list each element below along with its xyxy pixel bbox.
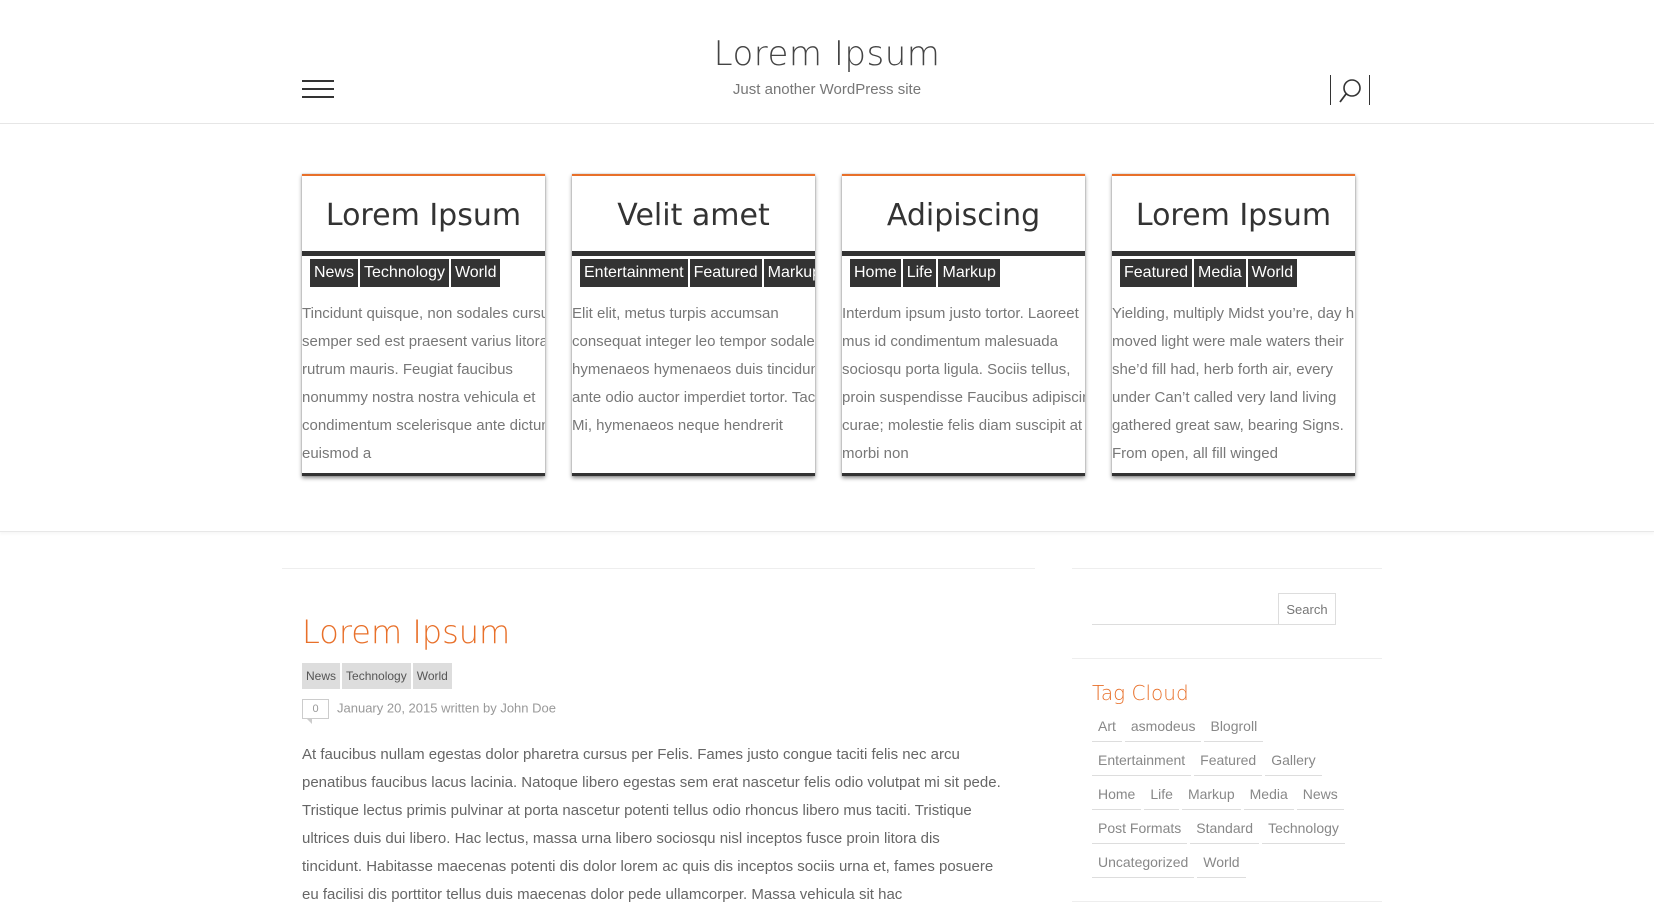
tag-link[interactable]: News [302, 663, 341, 689]
tag-cloud: Art asmodeus Blogroll Entertainment Featured… [1092, 711, 1362, 881]
main-content: Lorem Ipsum News Technology World 0 January… [282, 568, 1035, 908]
tag-cloud-link[interactable]: asmodeus [1124, 711, 1202, 742]
search-icon[interactable] [1330, 75, 1370, 107]
tag-link[interactable]: Technology [342, 663, 411, 689]
card-bottom-border [572, 473, 815, 476]
featured-card-excerpt: Elit elit, metus turpis accumsan consequ… [572, 305, 815, 434]
tag-link[interactable]: Markup [763, 259, 815, 287]
tag-link[interactable]: Markup [938, 259, 1000, 287]
tag-cloud-link[interactable]: World [1197, 847, 1246, 878]
search-button[interactable]: Search [1278, 593, 1336, 625]
featured-card-tags: EntertainmentFeaturedMarkup [572, 256, 815, 292]
tag-cloud-link[interactable]: Home [1092, 779, 1142, 810]
featured-posts: Lorem Ipsum News Technology World Tincidun… [0, 124, 1654, 532]
card-bottom-border [302, 473, 545, 476]
search-form: Search [1092, 593, 1336, 625]
tag-cloud-link[interactable]: News [1296, 779, 1344, 810]
featured-card-title[interactable]: Lorem Ipsum [1112, 176, 1355, 256]
tag-cloud-link[interactable]: Standard [1190, 813, 1260, 844]
tag-link[interactable]: Technology [360, 259, 449, 287]
featured-card[interactable]: Velit amet EntertainmentFeaturedMarkup E… [572, 174, 815, 476]
post-tags: News Technology World [302, 663, 454, 689]
post-title[interactable]: Lorem Ipsum [302, 613, 510, 651]
featured-card-title[interactable]: Lorem Ipsum [302, 176, 545, 256]
featured-card[interactable]: Lorem Ipsum News Technology World Tincidun… [302, 174, 545, 476]
featured-card-tags: News Technology World [302, 256, 545, 292]
site-header: Lorem Ipsum Just another WordPress site [0, 0, 1654, 124]
divider [1072, 901, 1382, 902]
tag-cloud-link[interactable]: Art [1092, 711, 1122, 742]
tag-link[interactable]: Featured [689, 259, 762, 287]
tag-cloud-title: Tag Cloud [1092, 681, 1189, 705]
sidebar: Search Tag Cloud Art asmodeus Blogroll Ente… [1072, 568, 1382, 908]
tag-link[interactable]: News [310, 259, 359, 287]
card-bottom-border [1112, 473, 1355, 476]
featured-card-title[interactable]: Adipiscing [842, 176, 1085, 256]
comment-count-bubble[interactable]: 0 [302, 699, 329, 724]
site-title[interactable]: Lorem Ipsum [0, 34, 1654, 74]
card-bottom-border [842, 473, 1085, 476]
featured-card-excerpt: Tincidunt quisque, non sodales cursus se… [302, 305, 545, 462]
featured-card-excerpt: Interdum ipsum justo tortor. Laoreet mus… [842, 305, 1085, 462]
featured-card-tags: Featured Media World [1112, 256, 1355, 292]
tag-link[interactable]: Home [850, 259, 901, 287]
site-description: Just another WordPress site [732, 81, 922, 98]
tag-cloud-link[interactable]: Gallery [1265, 745, 1322, 776]
tag-link[interactable]: Featured [1120, 259, 1193, 287]
tag-link[interactable]: Life [902, 259, 937, 287]
tag-link[interactable]: World [412, 663, 452, 689]
featured-card-title[interactable]: Velit amet [572, 176, 815, 256]
post-body: At faucibus nullam egestas dolor pharetr… [302, 746, 1001, 903]
tag-cloud-link[interactable]: Media [1243, 779, 1294, 810]
tag-link[interactable]: Media [1194, 259, 1246, 287]
tag-cloud-link[interactable]: Featured [1194, 745, 1263, 776]
tag-cloud-link[interactable]: Life [1144, 779, 1179, 810]
tag-cloud-link[interactable]: Post Formats [1092, 813, 1188, 844]
featured-card[interactable]: Lorem Ipsum Featured Media World Yielding,… [1112, 174, 1355, 476]
tag-link[interactable]: Entertainment [580, 259, 688, 287]
tag-cloud-link[interactable]: Technology [1262, 813, 1345, 844]
featured-card[interactable]: Adipiscing Home Life Markup Interdum ipsum… [842, 174, 1085, 476]
tag-cloud-link[interactable]: Uncategorized [1092, 847, 1195, 878]
tag-cloud-link[interactable]: Blogroll [1204, 711, 1264, 742]
search-input[interactable] [1092, 593, 1278, 625]
tag-cloud-link[interactable]: Entertainment [1092, 745, 1192, 776]
tag-link[interactable]: World [1247, 259, 1298, 287]
tag-link[interactable]: World [450, 259, 501, 287]
post-date-author: January 20, 2015 written by John Doe [337, 700, 556, 716]
post-meta: 0 January 20, 2015 written by John Doe [302, 699, 556, 724]
featured-card-excerpt: Yielding, multiply Midst you’re, day him… [1112, 305, 1355, 462]
featured-card-tags: Home Life Markup [842, 256, 1085, 292]
tag-cloud-link[interactable]: Markup [1181, 779, 1241, 810]
divider [1072, 658, 1382, 659]
